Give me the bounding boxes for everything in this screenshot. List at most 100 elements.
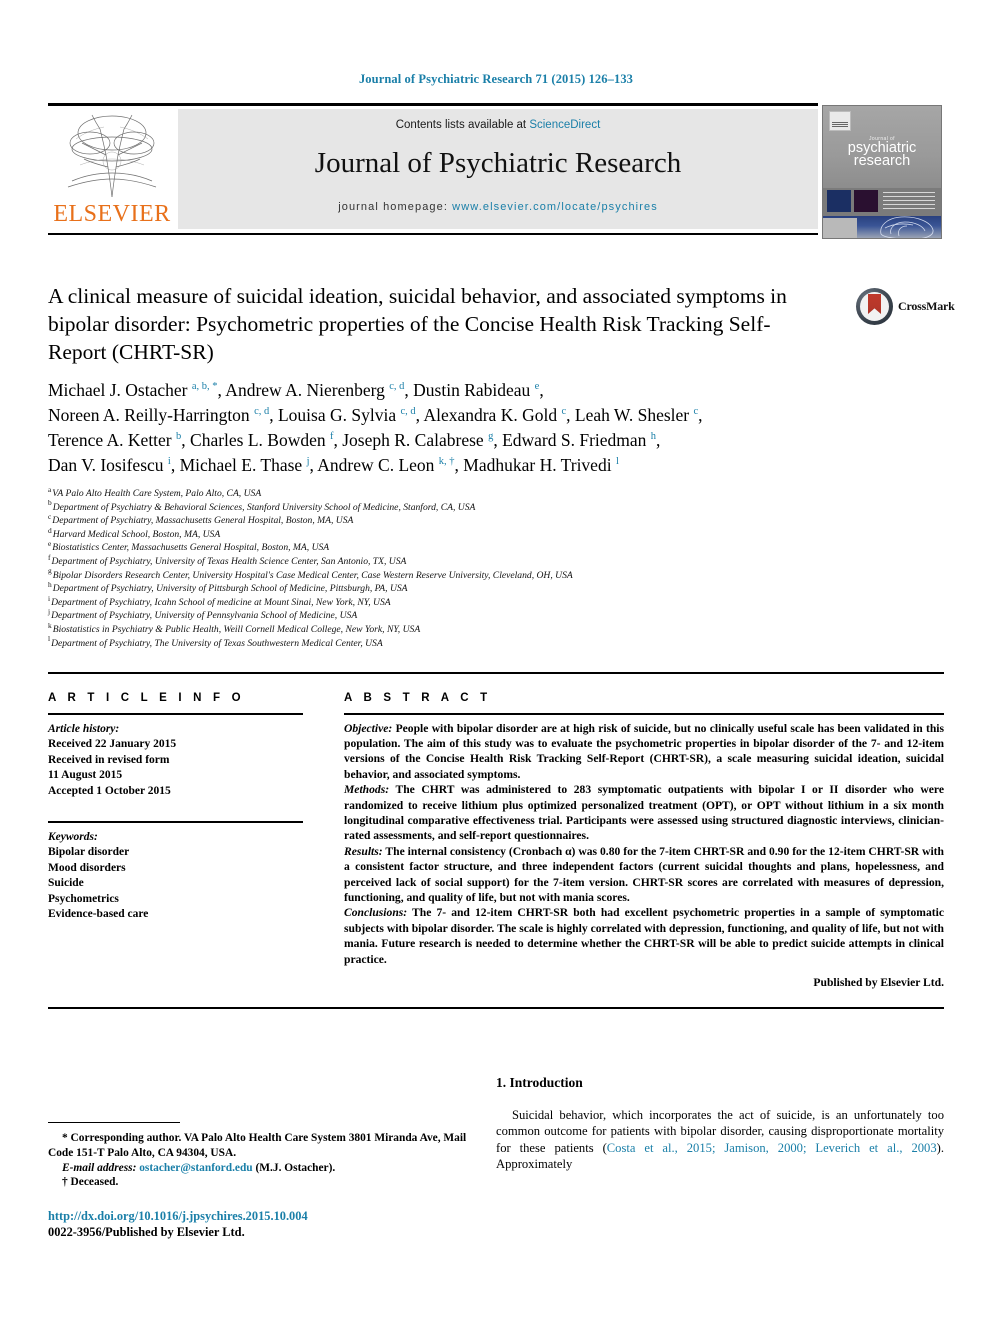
- sciencedirect-link[interactable]: ScienceDirect: [529, 119, 600, 131]
- keyword-item: Mood disorders: [48, 861, 126, 874]
- affiliation-marker: d: [48, 525, 52, 535]
- keywords-rule: [48, 821, 303, 823]
- keyword-item: Evidence-based care: [48, 908, 149, 920]
- email-label: E-mail address:: [62, 1161, 137, 1174]
- history-line: Received 22 January 2015: [48, 738, 177, 750]
- introduction-heading: 1. Introduction: [496, 1075, 583, 1090]
- elsevier-logo: ELSEVIER: [50, 109, 174, 233]
- cover-title: psychiatric research: [823, 141, 941, 169]
- cover-text-lines: [883, 192, 935, 210]
- affiliation-marker: e: [48, 539, 52, 549]
- crossmark-circle-icon: [856, 288, 893, 325]
- running-head: Journal of Psychiatric Research 71 (2015…: [358, 72, 634, 86]
- email-suffix: (M.J. Ostacher).: [252, 1161, 336, 1174]
- affiliation-item: hDepartment of Psychiatry, University of…: [48, 579, 878, 596]
- article-first-page: Journal of Psychiatric Research 71 (2015…: [0, 0, 992, 1323]
- crossmark-ribbon-icon: [868, 294, 881, 314]
- affiliation-item: gBipolar Disorders Research Center, Univ…: [48, 566, 878, 583]
- affiliation-list: aVA Palo Alto Health Care System, Palo A…: [48, 486, 878, 651]
- affiliation-text: Harvard Medical School, Boston, MA, USA: [52, 528, 221, 540]
- contents-prefix: Contents lists available at: [395, 119, 530, 131]
- affiliation-item: lDepartment of Psychiatry, The Universit…: [48, 635, 878, 651]
- affiliation-text: Department of Psychiatry, The University…: [51, 637, 383, 649]
- title-block: A clinical measure of suicidal ideation,…: [48, 282, 818, 366]
- affiliation-item: fDepartment of Psychiatry, University of…: [48, 554, 878, 569]
- cover-image-tile-1: [827, 190, 851, 212]
- affiliation-marker: i: [48, 593, 51, 603]
- history-line: 11 August 2015: [48, 769, 123, 781]
- affiliation-item: eBiostatistics Center, Massachusetts Gen…: [48, 539, 878, 555]
- elsevier-tree-icon: [56, 109, 168, 201]
- cover-publisher-box: [829, 111, 851, 131]
- abstract-methods-text: The CHRT was administered to 283 symptom…: [344, 783, 944, 843]
- elsevier-wordmark: ELSEVIER: [53, 201, 171, 227]
- footnote-block: * Corresponding author. VA Palo Alto Hea…: [48, 1122, 488, 1190]
- affiliation-item: cDepartment of Psychiatry, Massachusetts…: [48, 512, 878, 528]
- affiliation-text: Department of Psychiatry, University of …: [51, 555, 407, 567]
- affiliation-text: Department of Psychiatry, Icahn School o…: [51, 596, 391, 608]
- abstract-conclusions-text: The 7- and 12-item CHRT-SR both had exce…: [344, 906, 944, 966]
- affiliation-text: Department of Psychiatry, University of …: [51, 610, 358, 622]
- article-info-heading: A R T I C L E I N F O: [48, 692, 245, 704]
- abstract-conclusions: Conclusions: The 7- and 12-item CHRT-SR …: [344, 905, 944, 967]
- journal-title: Journal of Psychiatric Research: [314, 147, 682, 179]
- citation-link[interactable]: Costa et al., 2015; Jamison, 2000; Lever…: [607, 1141, 937, 1155]
- affiliation-text: Biostatistics in Psychiatry & Public Hea…: [52, 623, 421, 635]
- email-link[interactable]: ostacher@stanford.edu: [139, 1162, 252, 1174]
- article-info-column: A R T I C L E I N F O Article history: R…: [48, 692, 303, 923]
- masthead-top-rule: [48, 103, 818, 106]
- affiliation-item: dHarvard Medical School, Boston, MA, USA: [48, 525, 878, 542]
- affiliation-marker: j: [48, 607, 51, 617]
- abstract-methods-label: Methods:: [344, 783, 390, 797]
- article-history-label: Article history:: [48, 722, 120, 735]
- contents-available-line: Contents lists available at ScienceDirec…: [178, 119, 818, 131]
- crossmark-inner-disc: [860, 292, 889, 321]
- keyword-item: Bipolar disorder: [48, 846, 130, 858]
- keyword-item: Suicide: [48, 877, 84, 889]
- affiliation-text: VA Palo Alto Health Care System, Palo Al…: [52, 488, 262, 499]
- deceased-note: † Deceased.: [48, 1175, 488, 1190]
- author-list: Michael J. Ostacher a, b, *, Andrew A. N…: [48, 378, 858, 478]
- affiliation-text: Biostatistics Center, Massachusetts Gene…: [52, 542, 330, 554]
- abstract-conclusions-label: Conclusions:: [344, 906, 408, 920]
- journal-masthead: ELSEVIER Contents lists available at Sci…: [48, 103, 944, 239]
- affiliation-item: iDepartment of Psychiatry, Icahn School …: [48, 593, 878, 610]
- abstract-methods: Methods: The CHRT was administered to 28…: [344, 782, 944, 844]
- affiliation-marker: b: [48, 498, 52, 508]
- footer-identifiers: http://dx.doi.org/10.1016/j.jpsychires.2…: [48, 1208, 548, 1240]
- abstract-objective-text: People with bipolar disorder are at high…: [344, 721, 944, 781]
- affiliation-item: bDepartment of Psychiatry & Behavioral S…: [48, 498, 878, 515]
- introduction-paragraph: Suicidal behavior, which incorporates th…: [496, 1107, 944, 1173]
- affiliation-marker: h: [48, 579, 52, 589]
- homepage-prefix: journal homepage:: [338, 201, 453, 213]
- masthead-center-panel: Contents lists available at ScienceDirec…: [178, 109, 818, 229]
- introduction-column: 1. Introduction Suicidal behavior, which…: [496, 1075, 944, 1173]
- corresponding-author-note: * Corresponding author. VA Palo Alto Hea…: [48, 1131, 488, 1160]
- footnote-rule: [48, 1122, 180, 1124]
- keywords-label: Keywords:: [48, 830, 98, 843]
- corresponding-text: Corresponding author. VA Palo Alto Healt…: [48, 1132, 467, 1159]
- affiliation-marker: c: [48, 512, 52, 521]
- crossmark-badge[interactable]: CrossMark: [856, 288, 955, 328]
- abstract-rule: [344, 713, 944, 715]
- journal-homepage-line: journal homepage: www.elsevier.com/locat…: [178, 201, 818, 213]
- affiliation-item: jDepartment of Psychiatry, University of…: [48, 607, 878, 623]
- cover-image-tile-2: [854, 190, 878, 212]
- affiliation-marker: g: [48, 566, 52, 576]
- affiliation-item: kBiostatistics in Psychiatry & Public He…: [48, 622, 878, 637]
- affiliation-text: Department of Psychiatry, Massachusetts …: [52, 515, 354, 527]
- author-line: Dan V. Iosifescu i, Michael E. Thase j, …: [48, 455, 619, 475]
- abstract-results: Results: The internal consistency (Cronb…: [344, 844, 944, 906]
- history-line: Received in revised form: [48, 753, 170, 766]
- journal-cover-thumbnail: Journal of psychiatric research: [822, 105, 942, 239]
- doi-link[interactable]: http://dx.doi.org/10.1016/j.jpsychires.2…: [48, 1208, 548, 1224]
- crossmark-label: CrossMark: [898, 299, 955, 313]
- abstract-heading: A B S T R A C T: [344, 692, 492, 704]
- author-line: Michael J. Ostacher a, b, *, Andrew A. N…: [48, 380, 544, 400]
- journal-homepage-link[interactable]: www.elsevier.com/locate/psychires: [452, 201, 658, 213]
- cover-title-line2: research: [853, 153, 911, 169]
- brain-illustration-icon: [875, 214, 939, 238]
- abstract-objective: Objective: People with bipolar disorder …: [344, 721, 944, 783]
- keyword-item: Psychometrics: [48, 892, 119, 905]
